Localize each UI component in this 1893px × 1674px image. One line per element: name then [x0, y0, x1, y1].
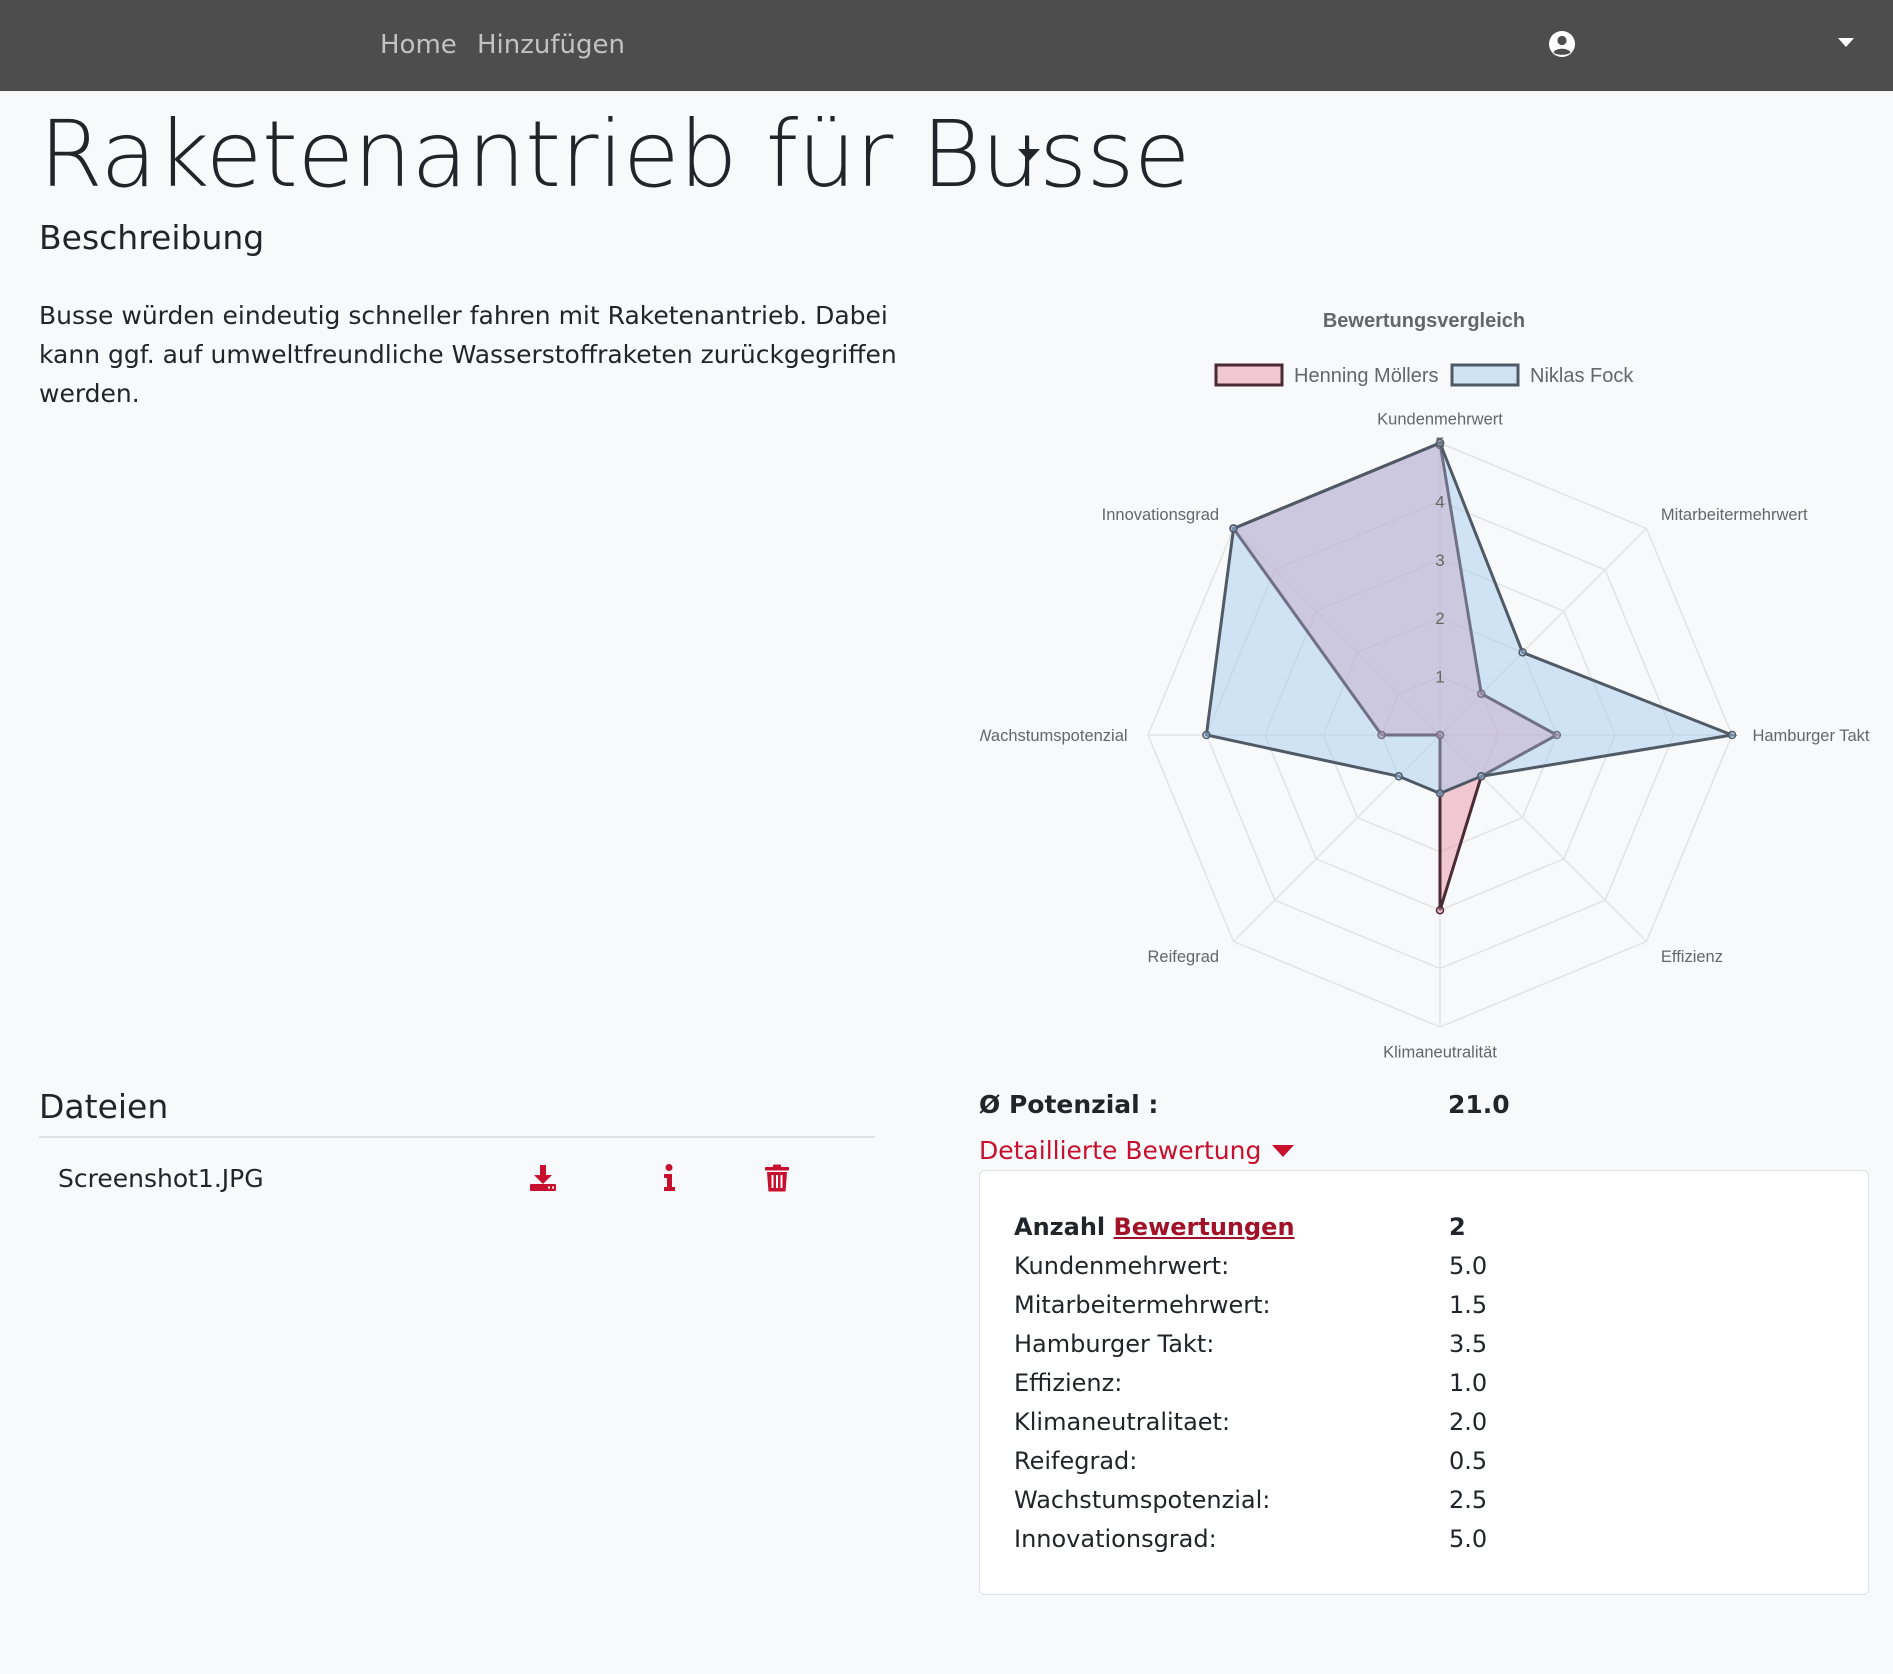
radar-data-point — [1435, 789, 1445, 798]
radar-category-label: Kundenmehrwert — [1377, 411, 1503, 429]
radar-category-label: Innovationsgrad — [1102, 506, 1219, 524]
rating-count-row: Anzahl Bewertungen 2 — [1014, 1209, 1834, 1245]
radar-category-label: Wachstumspotenzial — [980, 727, 1128, 745]
radar-category-label: Hamburger Takt — [1752, 727, 1869, 745]
file-name: Screenshot1.JPG — [58, 1164, 264, 1193]
rating-count-label: Anzahl — [1014, 1213, 1106, 1241]
rating-row: Effizienz: 1.0 — [1014, 1365, 1834, 1401]
rating-count-value: 2 — [1449, 1213, 1466, 1241]
radar-data-point — [1229, 524, 1238, 533]
radar-data-point — [1394, 772, 1403, 781]
description-heading: Beschreibung — [39, 218, 265, 257]
radar-category-label: Reifegrad — [1148, 948, 1220, 966]
rating-row: Wachstumspotenzial: 2.5 — [1014, 1482, 1834, 1518]
nav-home-link[interactable]: Home — [380, 28, 457, 62]
nav-add-link[interactable]: Hinzufügen — [477, 28, 625, 62]
user-menu-caret-icon[interactable] — [1838, 38, 1854, 47]
radar-data-point — [1518, 648, 1527, 657]
radar-data-point — [1477, 772, 1486, 781]
potential-label: Ø Potenzial : — [979, 1090, 1159, 1119]
rating-value: 2.0 — [1449, 1408, 1488, 1436]
rating-value: 3.5 — [1449, 1330, 1488, 1358]
radar-category-label: Klimaneutralität — [1383, 1043, 1497, 1061]
rating-count-label-wrap: Anzahl Bewertungen — [1014, 1209, 1295, 1245]
info-icon[interactable] — [654, 1163, 684, 1193]
chart-title: Bewertungsvergleich — [1323, 310, 1525, 332]
legend-swatch — [1450, 363, 1520, 387]
rating-label: Wachstumspotenzial: — [1014, 1486, 1271, 1514]
legend-label[interactable]: Henning Möllers — [1294, 365, 1439, 387]
files-divider — [39, 1136, 875, 1138]
radar-series-area — [1204, 441, 1738, 796]
legend-swatch — [1214, 363, 1284, 387]
rating-row: Innovationsgrad: 5.0 — [1014, 1521, 1834, 1557]
radar-tick-label: 1 — [1435, 668, 1444, 687]
radar-data-point — [1202, 730, 1211, 740]
navbar: Home Hinzufügen — [0, 0, 1893, 91]
rating-label: Effizienz: — [1014, 1369, 1123, 1397]
detailed-rating-card: Anzahl Bewertungen 2 Kundenmehrwert: 5.0… — [979, 1170, 1869, 1595]
radar-tick-label: 2 — [1435, 609, 1444, 628]
radar-category-label: Mitarbeitermehrwert — [1661, 506, 1808, 524]
trash-icon[interactable] — [762, 1163, 792, 1193]
radar-data-point — [1727, 730, 1737, 740]
radar-tick-label: 5 — [1435, 434, 1444, 453]
rating-label: Hamburger Takt: — [1014, 1330, 1215, 1358]
rating-value: 5.0 — [1449, 1525, 1488, 1553]
rating-row: Hamburger Takt: 3.5 — [1014, 1326, 1834, 1362]
radar-tick-label: 4 — [1435, 492, 1444, 511]
rating-value: 2.5 — [1449, 1486, 1488, 1514]
detailed-rating-toggle[interactable]: Detaillierte Bewertung — [979, 1134, 1261, 1168]
legend-label[interactable]: Niklas Fock — [1530, 365, 1634, 387]
rating-label: Mitarbeitermehrwert: — [1014, 1291, 1271, 1319]
potential-value: 21.0 — [1448, 1090, 1510, 1119]
detailed-rating-caret-icon[interactable] — [1272, 1145, 1294, 1157]
user-circle-icon[interactable] — [1548, 30, 1576, 58]
rating-label: Reifegrad: — [1014, 1447, 1138, 1475]
rating-label: Innovationsgrad: — [1014, 1525, 1217, 1553]
files-heading: Dateien — [39, 1087, 169, 1126]
ratings-link[interactable]: Bewertungen — [1114, 1213, 1295, 1241]
rating-value: 1.5 — [1449, 1291, 1488, 1319]
rating-value: 5.0 — [1449, 1252, 1488, 1280]
rating-row: Mitarbeitermehrwert: 1.5 — [1014, 1287, 1834, 1323]
radar-tick-label: 3 — [1435, 551, 1444, 570]
rating-row: Klimaneutralitaet: 2.0 — [1014, 1404, 1834, 1440]
radar-chart-svg: 1 2 3 4 5 Kundenmehrwert Mitarbeitermehrwert H… — [976, 310, 1870, 1061]
rating-label: Klimaneutralitaet: — [1014, 1408, 1231, 1436]
rating-value: 0.5 — [1449, 1447, 1488, 1475]
description-text: Busse würden eindeutig schneller fahren … — [39, 301, 897, 408]
radar-data-point — [1435, 905, 1445, 915]
rating-row: Kundenmehrwert: 5.0 — [1014, 1248, 1834, 1284]
rating-row: Reifegrad: 0.5 — [1014, 1443, 1834, 1479]
title-dropdown-caret-icon[interactable] — [1018, 149, 1040, 161]
radar-category-label: Effizienz — [1661, 948, 1723, 966]
rating-value: 1.0 — [1449, 1369, 1488, 1397]
radar-chart: 1 2 3 4 5 Kundenmehrwert Mitarbeitermehrwert H… — [976, 300, 1880, 1070]
rating-label: Kundenmehrwert: — [1014, 1252, 1230, 1280]
download-icon[interactable] — [528, 1163, 558, 1193]
